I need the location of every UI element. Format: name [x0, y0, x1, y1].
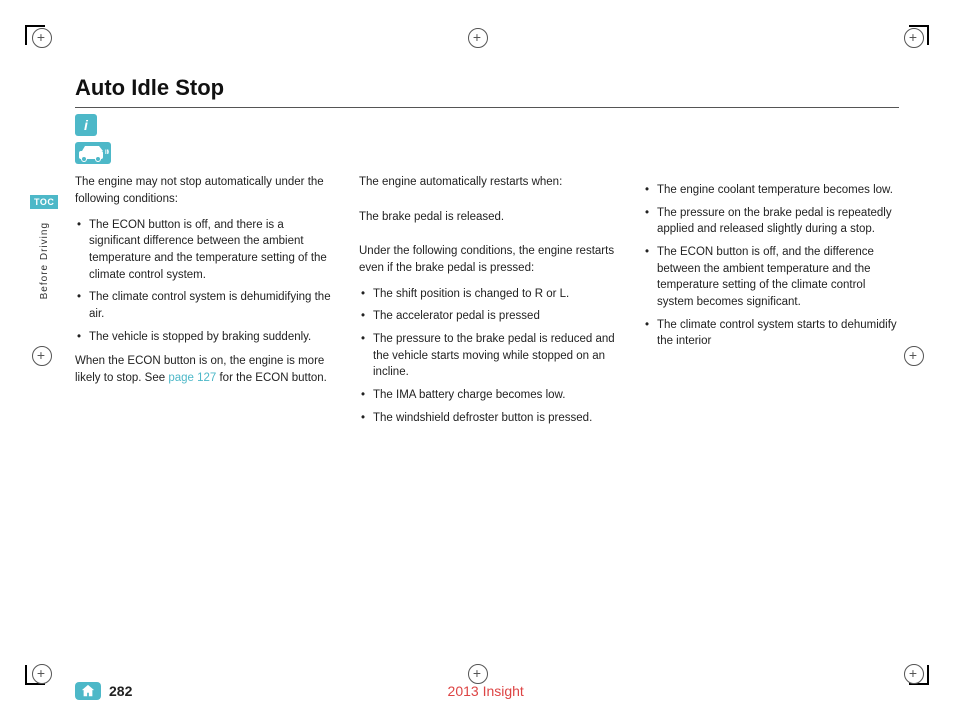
col1-outro-suffix: for the ECON button.: [216, 372, 327, 384]
main-content: TOC Before Driving Auto Idle Stop i IMA: [75, 75, 899, 645]
list-item: The engine coolant temperature becomes l…: [643, 182, 899, 199]
toc-badge[interactable]: TOC: [30, 195, 58, 209]
list-item: The windshield defroster button is press…: [359, 410, 615, 427]
sidebar: TOC Before Driving: [30, 195, 58, 299]
crosshair-mr: [904, 346, 922, 364]
crosshair-bc: [468, 664, 486, 682]
col2-bullet-list: The shift position is changed to R or L.…: [359, 286, 615, 427]
column-1: The engine may not stop automatically un…: [75, 174, 349, 645]
footer-center: 2013 Insight: [448, 683, 524, 699]
footer-left: 282: [75, 682, 132, 700]
crosshair-tc: [468, 28, 486, 46]
col2-intro: The engine automatically restarts when:: [359, 174, 615, 191]
list-item: The shift position is changed to R or L.: [359, 286, 615, 303]
col1-outro: When the ECON button is on, the engine i…: [75, 353, 331, 388]
list-item: The vehicle is stopped by braking sudden…: [75, 329, 331, 346]
page-127-link[interactable]: page 127: [168, 372, 216, 384]
col2-sub-intro: The brake pedal is released.: [359, 209, 615, 226]
home-icon: [81, 684, 95, 698]
crosshair-bl: [32, 664, 50, 682]
list-item: The pressure on the brake pedal is repea…: [643, 205, 899, 238]
crosshair-ml: [32, 346, 50, 364]
list-item: The ECON button is off, and the differen…: [643, 244, 899, 311]
info-icon: i: [75, 114, 97, 136]
col1-intro: The engine may not stop automatically un…: [75, 174, 331, 209]
icons-row: i IMA: [75, 114, 899, 164]
col3-bullet-list: The engine coolant temperature becomes l…: [643, 182, 899, 350]
page-title: Auto Idle Stop: [75, 75, 899, 108]
list-item: The IMA battery charge becomes low.: [359, 387, 615, 404]
list-item: The climate control system starts to deh…: [643, 317, 899, 350]
column-3: The engine coolant temperature becomes l…: [633, 174, 899, 645]
col2-sub-intro2: Under the following conditions, the engi…: [359, 243, 615, 278]
car-icon: IMA: [75, 142, 111, 164]
home-badge[interactable]: [75, 682, 101, 700]
footer: 282 2013 Insight: [75, 682, 899, 700]
list-item: The ECON button is off, and there is a s…: [75, 217, 331, 284]
crosshair-tr: [904, 28, 922, 46]
list-item: The climate control system is dehumidify…: [75, 289, 331, 322]
list-item: The pressure to the brake pedal is reduc…: [359, 331, 615, 381]
crosshair-tl: [32, 28, 50, 46]
columns: The engine may not stop automatically un…: [75, 174, 899, 645]
column-2: The engine automatically restarts when: …: [349, 174, 633, 645]
crosshair-br: [904, 664, 922, 682]
car-ima-svg: IMA: [77, 144, 109, 162]
page-number: 282: [109, 683, 132, 699]
content-wrapper: Auto Idle Stop i IMA The engine may not …: [75, 75, 899, 645]
col1-bullet-list: The ECON button is off, and there is a s…: [75, 217, 331, 346]
list-item: The accelerator pedal is pressed: [359, 308, 615, 325]
sidebar-label: Before Driving: [39, 222, 50, 299]
svg-text:IMA: IMA: [105, 150, 109, 156]
